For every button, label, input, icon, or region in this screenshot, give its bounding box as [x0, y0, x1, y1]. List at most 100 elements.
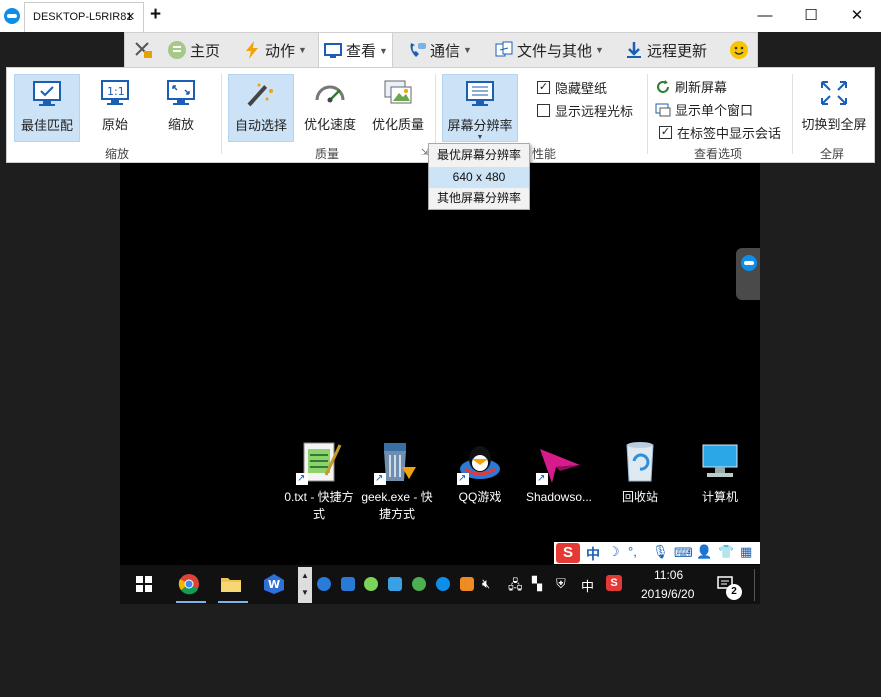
desktop-icon-recycle-bin[interactable]: 回收站 [601, 439, 679, 506]
menu-remote-update[interactable]: 远程更新 [620, 33, 711, 67]
download-icon [624, 40, 644, 60]
desktop-icon-shadowsocks[interactable]: Shadowso... [520, 439, 598, 506]
menu-feedback[interactable] [725, 33, 753, 67]
wps-office-icon[interactable]: W [263, 573, 285, 598]
ime-mode-toggle[interactable]: 中 [586, 544, 600, 564]
chrome-icon[interactable] [178, 573, 200, 598]
desktop-icon-0txt[interactable]: 0.txt - 快捷方式 [280, 439, 358, 523]
punctuation-icon[interactable]: °, [628, 544, 637, 559]
auto-select-label: 自动选择 [234, 118, 287, 133]
close-connection-icon [133, 40, 153, 60]
menu-actions[interactable]: 动作 ▼ [238, 33, 311, 67]
maximize-button[interactable]: ☐ [788, 2, 834, 30]
desktop-icon-computer[interactable]: 计算机 [681, 439, 759, 506]
dropdown-option-640x480[interactable]: 640 x 480 [429, 167, 529, 188]
menu-view[interactable]: 查看 ▼ [318, 33, 393, 68]
shadowsocks-icon [536, 439, 582, 487]
chevron-down-icon: ▼ [476, 134, 484, 141]
microphone-icon[interactable]: 🎙 [652, 544, 669, 560]
show-single-window-button[interactable]: 显示单个窗口 [655, 100, 753, 119]
menu-actions-label: 动作 [265, 42, 296, 60]
title-bar: DESKTOP-L5RIR81 × + — ☐ ✕ [0, 0, 881, 32]
qq-game-icon [457, 439, 503, 487]
skin-shirt-icon[interactable]: 👕 [718, 544, 734, 560]
tray-app-icon[interactable] [317, 577, 331, 591]
auto-select-button[interactable]: 自动选择 [228, 74, 294, 142]
scale-label: 缩放 [167, 117, 194, 132]
taskbar-clock-time[interactable]: 11:06 [654, 568, 683, 582]
new-tab-button[interactable]: + [150, 4, 161, 26]
network-icon[interactable]: 🖧 [508, 576, 523, 598]
half-width-moon-icon[interactable]: ☽ [608, 544, 620, 560]
show-sessions-in-tabs-label: 在标签中显示会话 [677, 126, 782, 141]
fullscreen-icon [818, 78, 850, 108]
input-language-indicator[interactable]: 中 [581, 576, 594, 595]
show-desktop-divider[interactable] [754, 569, 755, 601]
resolution-monitor-icon [464, 79, 496, 109]
geek-uninstaller-icon [374, 439, 420, 487]
menu-close-connection[interactable] [129, 33, 159, 67]
show-sessions-in-tabs-checkbox[interactable]: ✓ 在标签中显示会话 [659, 123, 781, 142]
chevron-down-icon: ▼ [298, 45, 307, 55]
desktop-icon-qqgame[interactable]: QQ游戏 [441, 439, 519, 506]
original-size-label: 原始 [101, 117, 128, 132]
menu-files-extras[interactable]: 文件与其他 ▼ [490, 33, 608, 67]
desktop-icon-geek[interactable]: geek.exe - 快捷方式 [358, 439, 436, 523]
teamviewer-tray-icon[interactable] [436, 577, 450, 591]
chevron-down-icon: ▼ [595, 45, 604, 55]
show-remote-cursor-checkbox[interactable]: 显示远程光标 [537, 101, 633, 120]
dropdown-option-best-resolution[interactable]: 最优屏幕分辨率 [429, 145, 529, 166]
shield-icon[interactable]: ⛨ [556, 576, 566, 592]
minimize-button[interactable]: — [742, 2, 788, 30]
show-single-window-label: 显示单个窗口 [675, 103, 754, 118]
shortcut-arrow-icon [296, 470, 308, 487]
menu-home[interactable]: 主页 [163, 33, 224, 67]
best-fit-button[interactable]: 最佳匹配 [14, 74, 80, 142]
file-explorer-icon[interactable] [220, 574, 242, 597]
keyboard-icon[interactable]: ⌨ [674, 545, 693, 561]
hide-wallpaper-checkbox[interactable]: ✓ 隐藏壁纸 [537, 78, 607, 97]
separator [435, 74, 436, 154]
scale-button[interactable]: 缩放 [149, 74, 213, 142]
files-icon [494, 40, 514, 60]
shortcut-arrow-icon [457, 470, 469, 487]
user-icon[interactable]: 👤 [696, 544, 712, 560]
sogou-ime-logo-icon[interactable]: S [556, 543, 580, 563]
tray-app-icon[interactable] [388, 577, 402, 591]
sogou-tray-icon[interactable]: S [606, 575, 622, 591]
magic-wand-icon [245, 79, 277, 109]
tray-app-icon[interactable] [412, 577, 426, 591]
refresh-screen-button[interactable]: 刷新屏幕 [655, 77, 727, 96]
quality-group-label: 质量 [314, 147, 339, 161]
switch-fullscreen-button[interactable]: 切换到全屏 [796, 74, 872, 142]
shortcut-arrow-icon [374, 470, 386, 487]
tab-close-button[interactable]: × [126, 8, 135, 25]
screen-resolution-button[interactable]: 屏幕分辨率 ▼ [442, 74, 518, 142]
remote-screen[interactable]: 0.txt - 快捷方式 geek.exe - 快捷方式 QQ游戏 Shadow… [120, 163, 760, 604]
windows-start-icon[interactable] [136, 576, 152, 595]
toolbox-grid-icon[interactable]: ▦ [740, 544, 752, 560]
wechat-tray-icon[interactable] [364, 577, 378, 591]
close-button[interactable]: ✕ [834, 2, 880, 30]
tab-session[interactable]: DESKTOP-L5RIR81 × [24, 2, 144, 32]
optimize-quality-button[interactable]: 优化质量 [365, 74, 431, 142]
tray-app-icon[interactable] [460, 577, 474, 591]
best-fit-label: 最佳匹配 [20, 118, 73, 133]
volume-muted-icon[interactable]: 🔇︎ [482, 576, 490, 592]
taskbar-clock-date[interactable]: 2019/6/20 [641, 587, 694, 601]
separator [647, 74, 648, 154]
computer-icon [697, 439, 743, 485]
teamviewer-side-panel-handle[interactable] [736, 248, 760, 300]
action-center-app-icon[interactable]: ▚ [532, 576, 542, 592]
ribbon-menu-bar: 主页 动作 ▼ 查看 ▼ 通信 ▼ 文件与其他 ▼ 远程更新 [124, 32, 758, 68]
optimize-speed-button[interactable]: 优化速度 [297, 74, 363, 142]
dropdown-option-other-resolution[interactable]: 其他屏幕分辨率 [429, 188, 529, 209]
teamviewer-logo-icon [4, 8, 20, 24]
original-size-button[interactable]: 1:1 原始 [83, 74, 147, 142]
tray-app-icon[interactable] [341, 577, 355, 591]
switch-fullscreen-label: 切换到全屏 [801, 117, 867, 132]
menu-communicate[interactable]: 通信 ▼ [403, 33, 476, 67]
taskbar-scroll-arrows[interactable]: ▲ ▼ [298, 567, 312, 603]
optimize-speed-label: 优化速度 [303, 117, 356, 132]
shortcut-arrow-icon [536, 470, 548, 487]
